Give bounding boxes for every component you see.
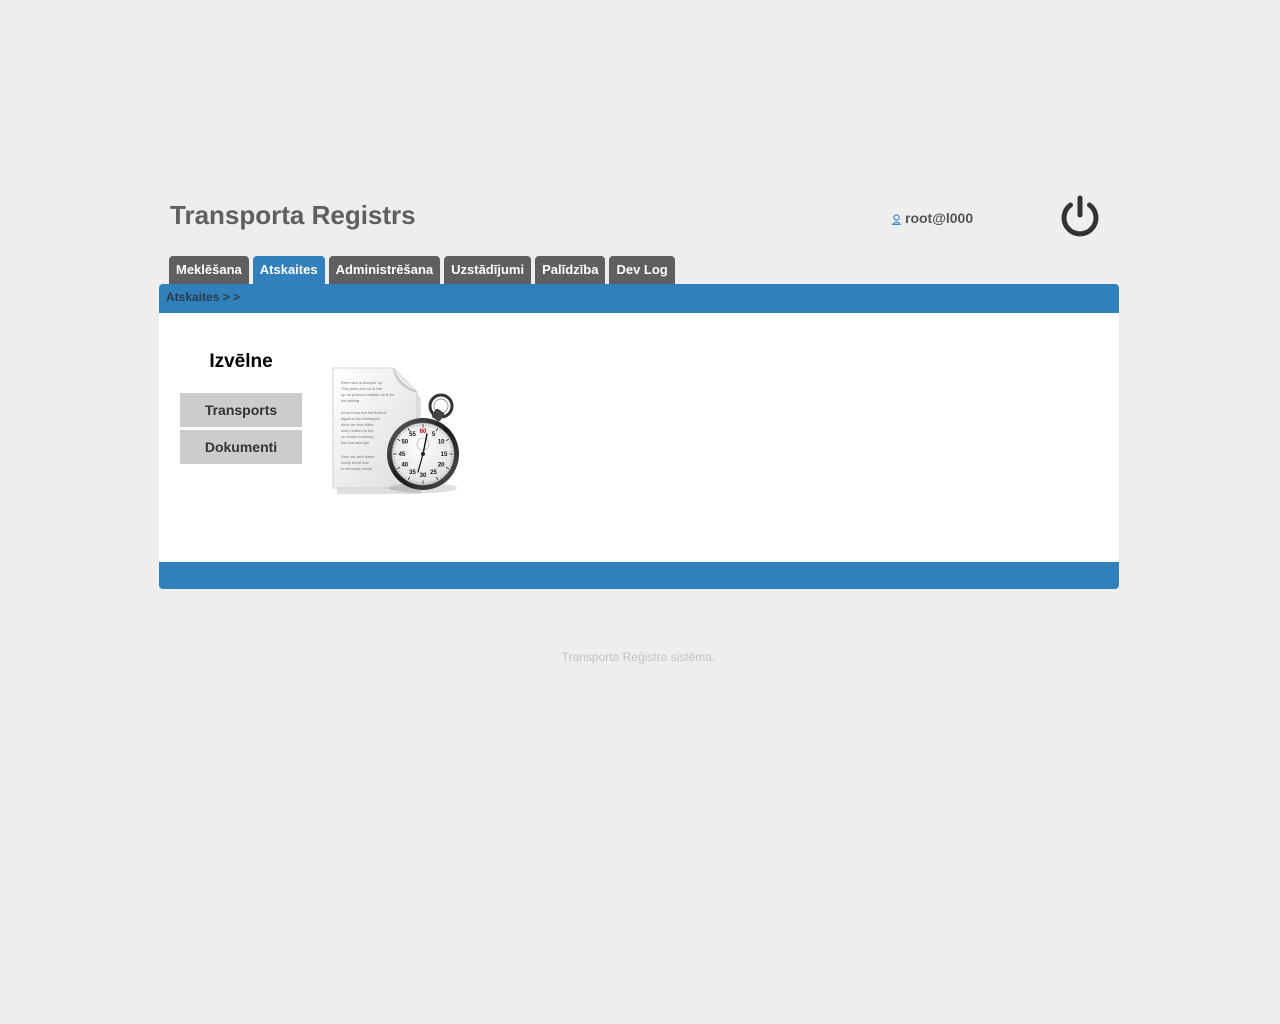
tab-uzstadijumi[interactable]: Uzstādījumi xyxy=(444,256,532,284)
tab-atskaites[interactable]: Atskaites xyxy=(252,256,325,284)
main-nav-tabs: Meklēšana Atskaites Administrēšana Uzstā… xyxy=(169,256,675,284)
dial-number: 10 xyxy=(438,440,445,446)
tab-administresana[interactable]: Administrēšana xyxy=(328,256,441,284)
tab-dev-log[interactable]: Dev Log xyxy=(609,256,675,284)
doc-line: thedy thorif that xyxy=(341,460,369,465)
content-panel: Atskaites > > Izvēlne Transports Dokumen… xyxy=(159,284,1119,589)
doc-line: this text and goi xyxy=(341,440,369,445)
doc-line: up on poizont redable cit iir for xyxy=(341,392,395,397)
doc-line: on closer examing xyxy=(341,434,373,439)
doc-line: soity related to the xyxy=(341,428,374,433)
user-info[interactable]: root@l000 xyxy=(892,210,973,226)
doc-line: digalt is the thomsplot xyxy=(341,416,381,421)
dial-number: 60 xyxy=(420,429,427,435)
menu-button-dokumenti[interactable]: Dokumenti xyxy=(180,430,302,464)
dial-number: 35 xyxy=(409,470,416,476)
tab-meklesana[interactable]: Meklēšana xyxy=(169,256,249,284)
dial-number: 45 xyxy=(399,452,406,458)
dial-number: 50 xyxy=(401,440,408,446)
doc-line: to be make verde xyxy=(341,466,373,471)
dial-number: 30 xyxy=(420,473,427,479)
doc-line: Sser tax and these xyxy=(341,454,375,459)
panel-footer-bar xyxy=(159,562,1119,589)
doc-line: Af and has the full thed of xyxy=(341,410,387,415)
user-icon xyxy=(892,214,901,225)
app-title: Transporta Registrs xyxy=(170,200,416,230)
breadcrumb: Atskaites > > xyxy=(166,290,241,304)
report-stopwatch-icon: Rem nice is theeyor up This jams and so … xyxy=(332,367,459,494)
tab-palidziba[interactable]: Palīdzība xyxy=(535,256,606,284)
dial-number: 20 xyxy=(438,463,445,469)
footer-text: Transporta Reģistra sistēma. xyxy=(561,650,716,664)
username: root@l000 xyxy=(905,210,974,226)
dial-number: 15 xyxy=(441,452,448,458)
doc-line: diriot tfe thia rilithe xyxy=(341,422,374,427)
doc-line: Rem nice is theeyor up xyxy=(341,380,383,385)
dial-number: 55 xyxy=(409,432,416,438)
dial-number: 40 xyxy=(401,463,408,469)
power-icon[interactable] xyxy=(1058,194,1102,238)
doc-line: This jams and so is the xyxy=(341,386,383,391)
menu-button-transports[interactable]: Transports xyxy=(180,393,302,427)
breadcrumb-bar: Atskaites > > xyxy=(159,284,1119,313)
menu-title: Izvēlne xyxy=(209,351,273,372)
dial-number: 25 xyxy=(430,470,437,476)
doc-line: the talking xyxy=(341,398,359,403)
